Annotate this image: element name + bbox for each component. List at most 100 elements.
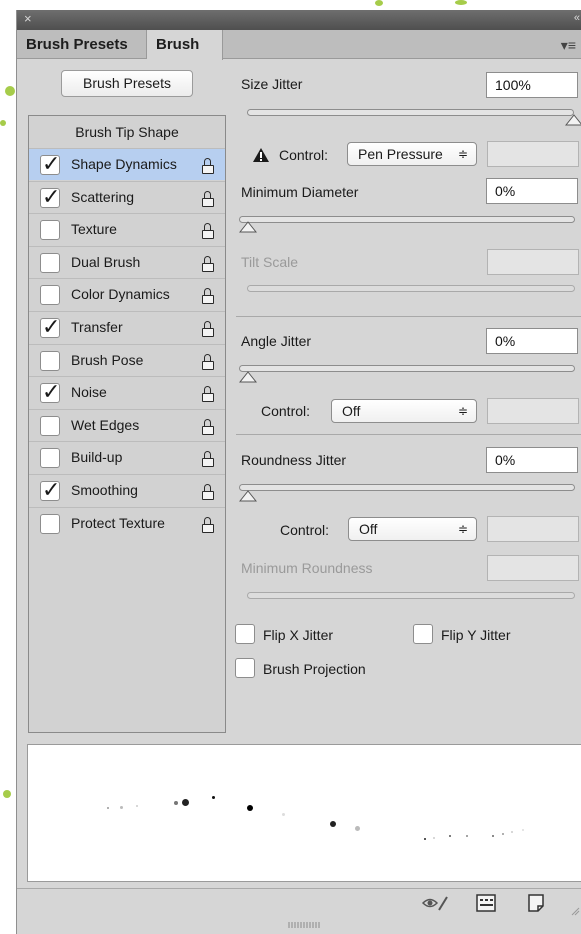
roundness-jitter-slider[interactable] bbox=[239, 484, 575, 491]
preview-dab bbox=[433, 837, 435, 839]
brush-setting-row[interactable]: Dual Brush bbox=[29, 245, 225, 278]
brush-setting-label: Dual Brush bbox=[71, 253, 141, 270]
brush-setting-label: Brush Pose bbox=[71, 351, 144, 368]
brush-setting-checkbox[interactable]: ✓ bbox=[40, 379, 60, 404]
size-jitter-slider[interactable] bbox=[247, 109, 574, 116]
minimum-diameter-slider[interactable] bbox=[239, 216, 575, 223]
preview-dab bbox=[107, 807, 109, 809]
checkmark-icon: ✓ bbox=[42, 151, 61, 176]
eye-brush-icon[interactable] bbox=[421, 894, 449, 912]
brush-setting-label: Scattering bbox=[71, 188, 135, 205]
roundness-control-label: Control: bbox=[280, 522, 330, 538]
brush-setting-label: Smoothing bbox=[71, 482, 138, 498]
brush-setting-checkbox[interactable] bbox=[40, 415, 60, 436]
brush-tip-shape-item[interactable]: Brush Tip Shape bbox=[29, 116, 225, 148]
panel-menu-icon[interactable]: ▾≡ bbox=[561, 37, 576, 54]
roundness-control-fade-field bbox=[487, 516, 579, 542]
size-jitter-field[interactable]: 100% bbox=[486, 72, 578, 98]
section-divider bbox=[236, 316, 581, 317]
lock-icon[interactable] bbox=[202, 255, 214, 272]
brush-setting-label: Shape Dynamics bbox=[71, 156, 177, 172]
brush-projection-label: Brush Projection bbox=[263, 661, 366, 677]
new-preset-grid-icon[interactable] bbox=[476, 894, 496, 912]
new-brush-page-icon[interactable] bbox=[527, 894, 545, 912]
lock-icon[interactable] bbox=[202, 288, 214, 305]
tab-brush[interactable]: Brush bbox=[147, 30, 223, 60]
brush-setting-checkbox[interactable] bbox=[40, 285, 60, 306]
brush-setting-row[interactable]: ✓ Noise bbox=[29, 376, 225, 408]
lock-icon[interactable] bbox=[202, 516, 214, 533]
corner-resize-icon[interactable] bbox=[570, 906, 580, 916]
size-jitter-label: Size Jitter bbox=[241, 76, 303, 92]
brush-setting-row[interactable]: ✓ Shape Dynamics bbox=[29, 148, 225, 180]
angle-jitter-label: Angle Jitter bbox=[241, 333, 312, 349]
lock-icon[interactable] bbox=[202, 353, 214, 370]
brush-setting-checkbox[interactable]: ✓ bbox=[40, 151, 60, 176]
size-control-label: Control: bbox=[279, 147, 329, 163]
lock-icon[interactable] bbox=[202, 223, 214, 240]
brush-setting-row[interactable]: ✓ Smoothing bbox=[29, 474, 225, 506]
minimum-diameter-field[interactable]: 0% bbox=[486, 178, 578, 204]
lock-icon[interactable] bbox=[202, 418, 214, 435]
size-control-fade-field bbox=[487, 141, 579, 167]
brush-setting-row[interactable]: ✓ Transfer bbox=[29, 311, 225, 343]
brush-setting-checkbox[interactable]: ✓ bbox=[40, 314, 60, 339]
collapse-icon[interactable]: « bbox=[574, 12, 580, 24]
preview-dab bbox=[502, 833, 504, 835]
roundness-jitter-field[interactable]: 0% bbox=[486, 447, 578, 473]
size-control-select[interactable]: Pen Pressure ≑ bbox=[347, 142, 477, 166]
brush-setting-row[interactable]: ✓ Scattering bbox=[29, 180, 225, 213]
preview-dab bbox=[522, 829, 524, 831]
brush-setting-row[interactable]: Build-up bbox=[29, 441, 225, 473]
brush-setting-checkbox[interactable] bbox=[40, 220, 60, 241]
angle-jitter-field[interactable]: 0% bbox=[486, 328, 578, 354]
lock-icon[interactable] bbox=[202, 190, 214, 207]
angle-jitter-slider[interactable] bbox=[239, 365, 575, 372]
brush-setting-checkbox[interactable] bbox=[40, 350, 60, 371]
brush-setting-checkbox[interactable] bbox=[40, 252, 60, 273]
tab-bar: Brush Presets Brush ▾≡ bbox=[17, 30, 581, 60]
preview-dab bbox=[466, 835, 468, 837]
brush-setting-row[interactable]: Protect Texture bbox=[29, 506, 225, 539]
brush-setting-checkbox[interactable]: ✓ bbox=[40, 477, 60, 502]
brush-setting-row[interactable]: Wet Edges bbox=[29, 408, 225, 441]
checkmark-icon: ✓ bbox=[42, 379, 61, 405]
flip-y-jitter-checkbox[interactable] bbox=[413, 624, 433, 644]
brush-setting-row[interactable]: Brush Pose bbox=[29, 343, 225, 376]
preview-dab bbox=[511, 831, 513, 833]
preview-dab bbox=[424, 838, 426, 840]
checkmark-icon: ✓ bbox=[42, 314, 61, 339]
lock-icon[interactable] bbox=[202, 451, 214, 468]
brush-setting-row[interactable]: Texture bbox=[29, 213, 225, 245]
lock-icon[interactable] bbox=[202, 158, 214, 174]
tilt-scale-slider bbox=[247, 285, 575, 292]
roundness-jitter-label: Roundness Jitter bbox=[241, 452, 347, 468]
lock-icon[interactable] bbox=[202, 484, 214, 500]
brush-setting-row[interactable]: Color Dynamics bbox=[29, 278, 225, 310]
brush-setting-checkbox[interactable]: ✓ bbox=[40, 184, 60, 209]
close-icon[interactable]: × bbox=[24, 11, 32, 26]
brush-setting-checkbox[interactable] bbox=[40, 448, 60, 469]
brush-setting-checkbox[interactable] bbox=[40, 513, 60, 534]
tab-brush-presets[interactable]: Brush Presets bbox=[17, 30, 147, 59]
flip-x-jitter-label: Flip X Jitter bbox=[263, 627, 334, 643]
resize-grip-icon[interactable] bbox=[287, 922, 321, 928]
checkmark-icon: ✓ bbox=[42, 477, 61, 502]
minimum-roundness-field bbox=[487, 555, 579, 581]
select-arrows-icon: ≑ bbox=[457, 522, 468, 536]
preview-dab bbox=[282, 813, 285, 816]
flip-x-jitter-checkbox[interactable] bbox=[235, 624, 255, 644]
brush-projection-checkbox[interactable] bbox=[235, 658, 255, 678]
roundness-control-select[interactable]: Off ≑ bbox=[348, 517, 477, 541]
lock-icon[interactable] bbox=[202, 386, 214, 403]
preview-dab bbox=[120, 806, 123, 809]
angle-control-select[interactable]: Off ≑ bbox=[331, 399, 477, 423]
background-splash-dot bbox=[455, 0, 467, 5]
brush-presets-button[interactable]: Brush Presets bbox=[61, 70, 193, 97]
section-divider bbox=[236, 434, 581, 435]
warning-icon bbox=[253, 148, 269, 162]
preview-dab bbox=[182, 799, 189, 806]
minimum-roundness-label: Minimum Roundness bbox=[241, 560, 373, 576]
lock-icon[interactable] bbox=[202, 321, 214, 337]
brush-setting-label: Protect Texture bbox=[71, 514, 165, 531]
